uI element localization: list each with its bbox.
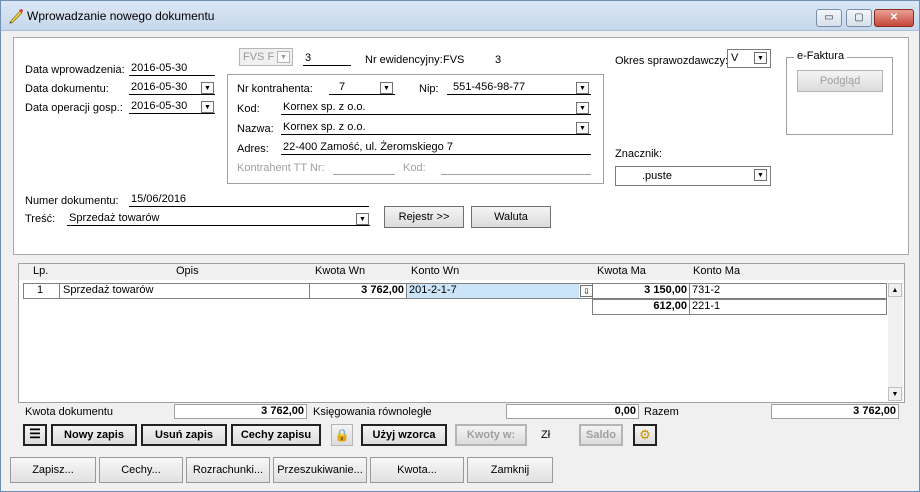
delete-entry-button[interactable]: Usuń zapis [141,424,227,446]
contractor-nr-dropdown-icon[interactable]: ▼ [380,82,393,94]
list-toggle-icon[interactable]: ☰ [23,424,47,446]
close-button[interactable]: ✕ [874,9,914,27]
row1-konto-ma[interactable]: 731-2 [692,284,720,299]
efaktura-title: e-Faktura [794,50,848,62]
row2-kwota-ma[interactable]: 612,00 [594,300,687,315]
contractor-nr-label: Nr kontrahenta: [237,83,313,95]
close-dialog-button[interactable]: Zamknij [467,457,553,483]
title-bar: Wprowadzanie nowego dokumentu ▭ ▢ ✕ [1,1,919,31]
row1-opis: Sprzedaż towarów [63,284,154,296]
row1-kwota-wn[interactable]: 3 762,00 [311,284,404,299]
settlements-button[interactable]: Rozrachunki... [186,457,270,483]
table-header [19,264,904,280]
kwota-doc-value: 3 762,00 [174,404,307,419]
series-suffix: F [267,51,275,63]
row1-konto-wn[interactable]: 201-2-1-7 [409,284,457,299]
kod-field[interactable]: Kornex sp. z o.o. [281,101,591,115]
kod-dropdown-icon[interactable]: ▼ [576,102,589,114]
marker-dropdown-icon[interactable]: ▼ [754,169,767,181]
efaktura-group [786,57,893,135]
new-entry-button[interactable]: Nowy zapis [51,424,137,446]
doc-number-field[interactable]: 3 [303,52,351,66]
settings-gear-icon[interactable]: ⚙ [633,424,657,446]
amounts-in-button[interactable]: Kwoty w: [455,424,527,446]
app-pen-icon [9,9,23,24]
marker-value: .puste [642,170,672,182]
col-lp: Lp. [33,265,49,277]
rejestr-button[interactable]: Rejestr >> [384,206,464,228]
window-title: Wprowadzanie nowego dokumentu [27,9,215,23]
table-scrollbar[interactable] [888,283,903,401]
marker-label: Znacznik: [615,148,663,160]
entry-features-button[interactable]: Cechy zapisu [231,424,321,446]
nip-field[interactable]: 551-456-98-77 [447,81,591,95]
waluta-button[interactable]: Waluta [471,206,551,228]
doc-id-field[interactable]: 15/06/2016 [129,193,369,207]
row1-kwota-ma[interactable]: 3 150,00 [594,284,687,299]
razem-value: 3 762,00 [771,404,899,419]
nazwa-field[interactable]: Kornex sp. z o.o. [281,121,591,135]
features-button[interactable]: Cechy... [99,457,183,483]
razem-label: Razem [644,406,679,418]
reg-number-label: Nr ewidencyjny: [365,54,443,66]
period-dropdown-icon[interactable]: ▼ [754,52,767,64]
reg-series: FVS [443,54,465,66]
period-label: Okres sprawozdawczy: [615,55,729,67]
series-dropdown-icon[interactable]: ▼ [277,51,290,63]
op-date-label: Data operacji gosp.: [25,102,123,114]
use-template-button[interactable]: Użyj wzorca [361,424,447,446]
doc-number-label: Numer dokumentu: [25,195,119,207]
minimize-button[interactable]: ▭ [816,9,842,27]
nip-label: Nip: [419,83,439,95]
nazwa-label: Nazwa: [237,123,274,135]
adres-label: Adres: [237,143,269,155]
ksieg-label: Księgowania równoległe [313,406,432,418]
doc-date-label: Data dokumentu: [25,83,109,95]
doc-date-dropdown-icon[interactable]: ▼ [201,82,214,94]
tt-field[interactable] [333,161,395,175]
col-kwota-ma: Kwota Ma [597,265,646,277]
adres-field[interactable]: 22-400 Zamość, ul. Żeromskiego 7 [281,141,591,155]
col-konto-wn: Konto Wn [411,265,460,277]
scroll-down-icon[interactable]: ▼ [888,387,902,401]
konto-picker-icon[interactable]: ⇩ [580,285,593,297]
col-konto-ma: Konto Ma [693,265,741,277]
tresc-label: Treść: [25,213,56,225]
row1-lp: 1 [37,284,44,296]
amount-button[interactable]: Kwota... [370,457,464,483]
op-date-dropdown-icon[interactable]: ▼ [201,101,214,113]
entry-date-label: Data wprowadzenia: [25,64,125,76]
kwota-doc-label: Kwota dokumentu [25,406,114,418]
col-kwota-wn: Kwota Wn [315,265,366,277]
currency-label: Zł [541,429,551,441]
ksieg-value: 0,00 [506,404,639,419]
tt-kod-field[interactable] [441,161,591,175]
tt-label: Kontrahent TT Nr: [237,162,325,174]
maximize-button[interactable]: ▢ [846,9,872,27]
main-window: Wprowadzanie nowego dokumentu ▭ ▢ ✕ Data… [0,0,920,492]
lock-icon[interactable]: 🔒 [331,424,353,446]
save-button[interactable]: Zapisz... [10,457,96,483]
scroll-up-icon[interactable]: ▲ [888,283,902,297]
col-opis: Opis [176,265,199,277]
nip-dropdown-icon[interactable]: ▼ [576,82,589,94]
tresc-field[interactable]: Sprzedaż towarów [67,212,370,226]
kod-label: Kod: [237,103,260,115]
row2-konto-ma[interactable]: 221-1 [692,300,720,315]
series-value: FVS [243,51,265,63]
entry-date-field[interactable]: 2016-05-30 [129,62,215,76]
nazwa-dropdown-icon[interactable]: ▼ [576,122,589,134]
tt-kod-label: Kod: [403,162,426,174]
marker-select[interactable]: .puste [615,166,771,186]
saldo-button[interactable]: Saldo [579,424,623,446]
podglad-button[interactable]: Podgląd [797,70,883,92]
reg-number: 3 [495,54,502,66]
tresc-dropdown-icon[interactable]: ▼ [356,213,369,225]
search-button[interactable]: Przeszukiwanie... [273,457,367,483]
period-value: V [731,52,739,64]
